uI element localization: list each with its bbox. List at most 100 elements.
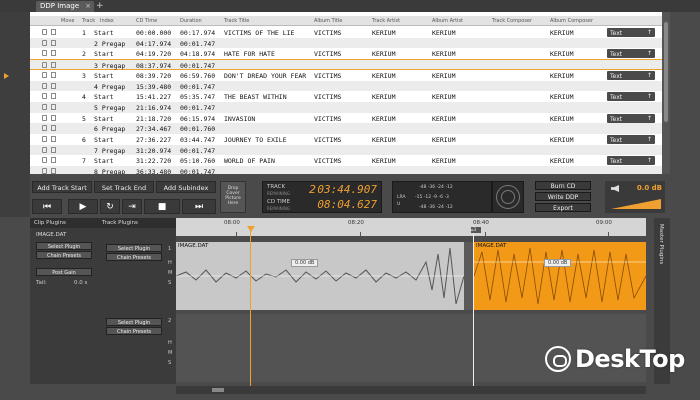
- scrollbar-thumb[interactable]: [664, 22, 668, 122]
- cell-album[interactable]: VICTIMS: [314, 29, 341, 37]
- col-album-artist[interactable]: Album Artist: [432, 18, 463, 24]
- cell-composer[interactable]: KERIUM: [550, 136, 573, 144]
- add-track-start-button[interactable]: Add Track Start: [32, 181, 92, 193]
- cell-index[interactable]: 4 Pregap: [94, 83, 125, 91]
- tab-ddp-image[interactable]: DDP Image ×: [36, 1, 94, 12]
- col-track-artist[interactable]: Track Artist: [372, 18, 400, 24]
- clip-gain-tag[interactable]: 0.00 dB: [544, 259, 572, 267]
- col-album-title[interactable]: Album Title: [314, 18, 342, 24]
- save-icon[interactable]: [51, 136, 56, 142]
- cell-duration[interactable]: 04:18.974: [180, 50, 215, 58]
- lock-icon[interactable]: [42, 29, 47, 35]
- timeline-scrollbar[interactable]: [176, 386, 646, 394]
- table-row[interactable]: 4 Start 15:41.227 05:35.747 THE BEAST WITHIN…: [30, 91, 662, 102]
- cell-cd-time[interactable]: 00:00.000: [136, 29, 171, 37]
- cell-track[interactable]: 2: [82, 50, 86, 58]
- cell-album-artist[interactable]: KERIUM: [432, 72, 455, 80]
- lane1-h[interactable]: H: [168, 260, 172, 266]
- lock-icon[interactable]: [42, 146, 47, 153]
- cell-index[interactable]: Start: [94, 29, 114, 37]
- write-ddp-button[interactable]: Write DDP: [535, 192, 591, 201]
- cell-duration[interactable]: 00:17.974: [180, 29, 215, 37]
- cell-artist[interactable]: KERIUM: [372, 136, 395, 144]
- lock-icon[interactable]: [42, 71, 47, 78]
- cell-duration[interactable]: 06:59.760: [180, 72, 215, 80]
- table-row[interactable]: 7 Start 31:22.720 05:10.760 WORLD OF PAIN VIC…: [30, 155, 662, 166]
- table-row[interactable]: 3 Start 08:39.720 06:59.760 DON'T DREAD YOUR…: [30, 70, 662, 81]
- cd-text-button[interactable]: Text ↑: [607, 70, 655, 80]
- cell-title[interactable]: JOURNEY TO EXILE: [224, 136, 287, 144]
- table-row[interactable]: 7 Pregap 31:20.974 00:01.747: [30, 144, 662, 156]
- col-track-composer[interactable]: Track Composer: [492, 18, 532, 24]
- cell-artist[interactable]: KERIUM: [372, 50, 395, 58]
- cell-duration[interactable]: 00:01.747: [180, 83, 215, 91]
- cell-album-artist[interactable]: KERIUM: [432, 157, 455, 165]
- lock-icon[interactable]: [42, 136, 47, 142]
- track2-select-plugin-button[interactable]: Select Plugin: [106, 318, 162, 326]
- add-tab-icon[interactable]: +: [96, 1, 104, 11]
- lane1-s[interactable]: S: [168, 280, 171, 286]
- save-icon[interactable]: [51, 103, 56, 110]
- track1-select-plugin-button[interactable]: Select Plugin: [106, 244, 162, 252]
- lane2-h[interactable]: H: [168, 340, 172, 346]
- col-duration[interactable]: Duration: [180, 18, 202, 24]
- lock-icon[interactable]: [42, 103, 47, 110]
- cell-album[interactable]: VICTIMS: [314, 50, 341, 58]
- close-icon[interactable]: ×: [85, 2, 91, 10]
- track-marker-line[interactable]: [473, 226, 474, 386]
- cell-duration[interactable]: 00:01.760: [180, 125, 215, 133]
- cell-cd-time[interactable]: 27:34.467: [136, 125, 171, 133]
- lock-icon[interactable]: [42, 62, 47, 69]
- lock-icon[interactable]: [42, 82, 47, 89]
- cell-album[interactable]: VICTIMS: [314, 93, 341, 101]
- col-move[interactable]: Move: [61, 18, 74, 24]
- cell-title[interactable]: THE BEAST WITHIN: [224, 93, 287, 101]
- cell-duration[interactable]: 03:44.747: [180, 136, 215, 144]
- post-gain-button[interactable]: Post Gain: [36, 268, 92, 276]
- table-row[interactable]: 2 Pregap 04:17.974 00:01.747: [30, 37, 662, 49]
- cell-artist[interactable]: KERIUM: [372, 115, 395, 123]
- cell-index[interactable]: 5 Pregap: [94, 104, 125, 112]
- set-track-end-button[interactable]: Set Track End: [94, 181, 154, 193]
- cell-title[interactable]: WORLD OF PAIN: [224, 157, 275, 165]
- cell-index[interactable]: Start: [94, 93, 114, 101]
- cell-cd-time[interactable]: 36:33.480: [136, 168, 171, 174]
- cd-text-button[interactable]: Text ↑: [607, 156, 655, 166]
- audio-clip-selected[interactable]: IMAGE.DAT 0.00 dB: [474, 242, 646, 310]
- save-icon[interactable]: [51, 168, 56, 174]
- cell-index[interactable]: Start: [94, 115, 114, 123]
- cell-track[interactable]: 6: [82, 136, 86, 144]
- rewind-button[interactable]: ⏮: [32, 199, 62, 214]
- cd-text-button[interactable]: Text ↑: [607, 113, 655, 123]
- cell-track[interactable]: 7: [82, 157, 86, 165]
- col-track-title[interactable]: Track Title: [224, 18, 249, 24]
- table-row[interactable]: 2 Start 04:19.720 04:18.974 HATE FOR HATE VIC…: [30, 48, 662, 59]
- lane2-s[interactable]: S: [168, 360, 171, 366]
- save-icon[interactable]: [51, 62, 56, 69]
- lock-icon[interactable]: [42, 168, 47, 174]
- stop-button[interactable]: ■: [144, 199, 180, 214]
- cell-cd-time[interactable]: 15:41.227: [136, 93, 171, 101]
- clip-select-plugin-button[interactable]: Select Plugin: [36, 242, 92, 250]
- cell-album-artist[interactable]: KERIUM: [432, 29, 455, 37]
- col-album-composer[interactable]: Album Composer: [550, 18, 593, 24]
- cell-artist[interactable]: KERIUM: [372, 72, 395, 80]
- clip-chain-presets-button[interactable]: Chain Presets: [36, 251, 92, 259]
- cd-text-button[interactable]: Text ↑: [607, 135, 655, 144]
- lane1-m[interactable]: M: [168, 270, 172, 276]
- playhead[interactable]: [250, 226, 251, 386]
- play-button[interactable]: ▶: [68, 199, 98, 214]
- cell-duration[interactable]: 00:01.747: [180, 104, 215, 112]
- cell-cd-time[interactable]: 04:19.720: [136, 50, 171, 58]
- cell-composer[interactable]: KERIUM: [550, 72, 573, 80]
- volume-slider[interactable]: [611, 199, 661, 209]
- track1-chain-presets-button[interactable]: Chain Presets: [106, 253, 162, 261]
- cell-album-artist[interactable]: KERIUM: [432, 136, 455, 144]
- cover-drop-zone[interactable]: Drop Cover Picture Here: [220, 181, 246, 213]
- track-marker-flag[interactable]: ⌂3: [471, 227, 481, 233]
- cell-artist[interactable]: KERIUM: [372, 93, 395, 101]
- col-track[interactable]: Track: [82, 18, 95, 24]
- lock-icon[interactable]: [42, 114, 47, 121]
- cell-index[interactable]: Start: [94, 72, 114, 80]
- cell-index[interactable]: 7 Pregap: [94, 147, 125, 155]
